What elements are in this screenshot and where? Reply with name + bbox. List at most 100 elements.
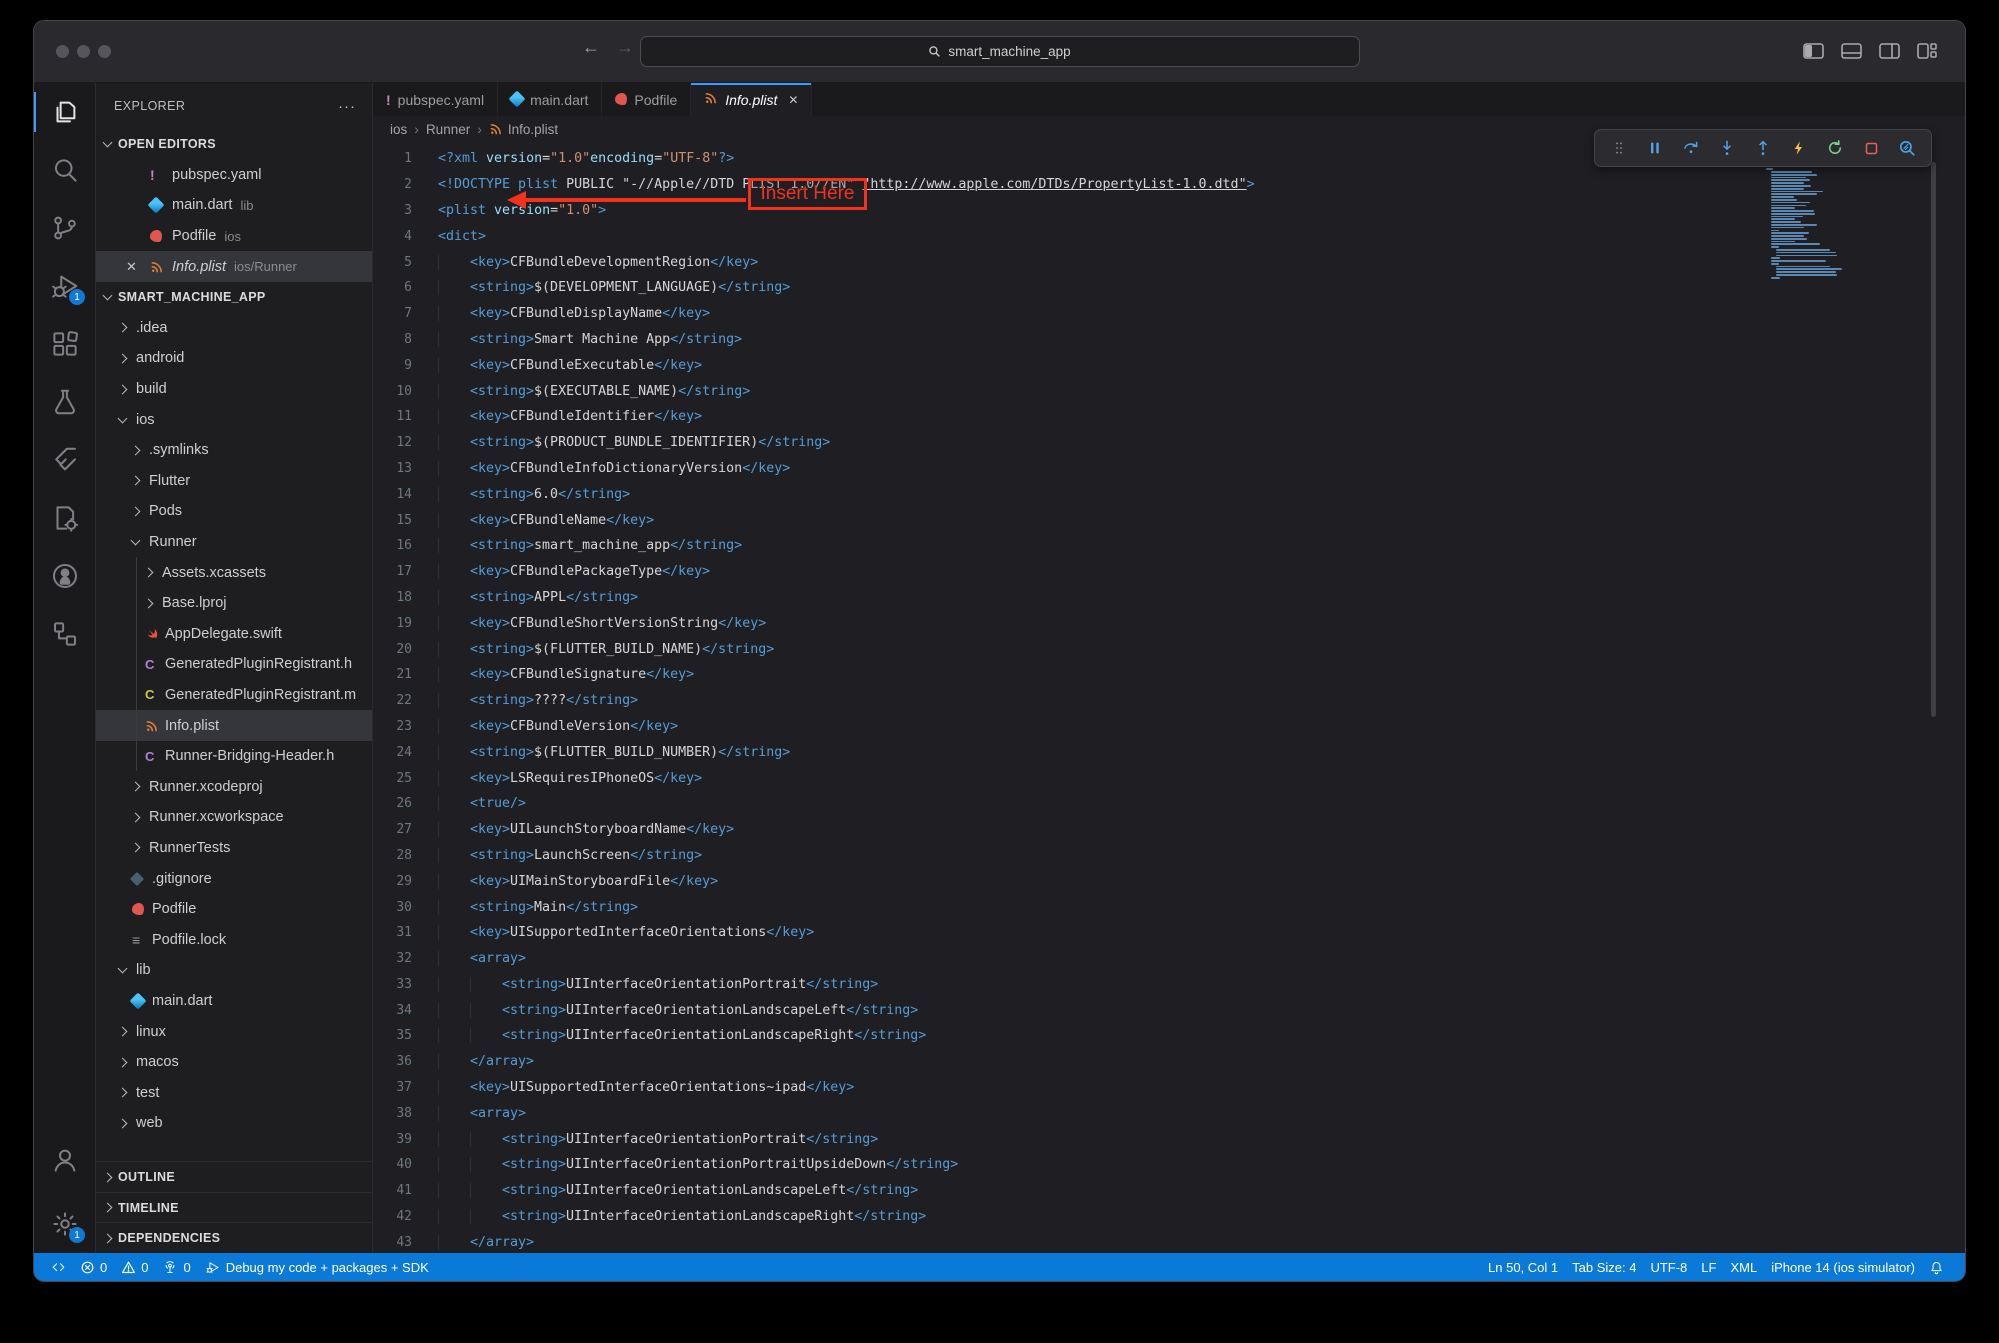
code-line-36[interactable]: 36</array> bbox=[373, 1049, 1965, 1075]
toggle-secondary-sidebar-icon[interactable] bbox=[1879, 43, 1900, 59]
code-line-30[interactable]: 30<string>Main</string> bbox=[373, 894, 1965, 920]
line-number[interactable]: 17 bbox=[373, 564, 412, 579]
code-line-4[interactable]: 4<dict> bbox=[373, 223, 1965, 249]
code-line-28[interactable]: 28<string>LaunchScreen</string> bbox=[373, 843, 1965, 869]
code-line-17[interactable]: 17<key>CFBundlePackageType</key> bbox=[373, 559, 1965, 585]
tree-item-Base.lproj[interactable]: Base.lproj bbox=[96, 588, 372, 619]
code-line-9[interactable]: 9<key>CFBundleExecutable</key> bbox=[373, 352, 1965, 378]
open-editor-Info.plist[interactable]: ✕Info.plistios/Runner bbox=[96, 251, 372, 282]
sidebar-section-timeline[interactable]: TIMELINE bbox=[96, 1192, 372, 1223]
tab-Info.plist[interactable]: Info.plist✕ bbox=[691, 83, 812, 116]
close-editor-icon[interactable]: ✕ bbox=[126, 259, 150, 275]
code-line-27[interactable]: 27<key>UILaunchStoryboardName</key> bbox=[373, 817, 1965, 843]
code-line-20[interactable]: 20<string>$(FLUTTER_BUILD_NAME)</string> bbox=[373, 636, 1965, 662]
tree-item-RunnerTests[interactable]: RunnerTests bbox=[96, 833, 372, 864]
line-number[interactable]: 5 bbox=[373, 255, 412, 270]
navigate-back-icon[interactable]: ← bbox=[582, 37, 600, 58]
tree-item-AppDelegate.swift[interactable]: AppDelegate.swift bbox=[96, 619, 372, 650]
code-line-26[interactable]: 26<true/> bbox=[373, 791, 1965, 817]
line-number[interactable]: 11 bbox=[373, 409, 412, 424]
status-device-selector[interactable]: iPhone 14 (ios simulator) bbox=[1764, 1253, 1922, 1281]
code-line-33[interactable]: 33<string>UIInterfaceOrientationPortrait… bbox=[373, 972, 1965, 998]
code-line-21[interactable]: 21<key>CFBundleSignature</key> bbox=[373, 662, 1965, 688]
tab-main.dart[interactable]: main.dart bbox=[498, 83, 602, 116]
code-line-23[interactable]: 23<key>CFBundleVersion</key> bbox=[373, 714, 1965, 740]
activity-bar-item-account[interactable] bbox=[34, 1131, 95, 1189]
breadcrumb-item[interactable]: Runner bbox=[426, 122, 470, 137]
tree-item-GeneratedPluginRegistrant.h[interactable]: CGeneratedPluginRegistrant.h bbox=[96, 649, 372, 680]
line-number[interactable]: 42 bbox=[373, 1209, 412, 1224]
code-line-7[interactable]: 7<key>CFBundleDisplayName</key> bbox=[373, 301, 1965, 327]
tree-item-android[interactable]: android bbox=[96, 343, 372, 374]
activity-bar-item-settings[interactable]: 1 bbox=[34, 1195, 95, 1253]
code-line-35[interactable]: 35<string>UIInterfaceOrientationLandscap… bbox=[373, 1023, 1965, 1049]
tree-item-Pods[interactable]: Pods bbox=[96, 496, 372, 527]
tree-item-.gitignore[interactable]: .gitignore bbox=[96, 863, 372, 894]
debug-step-into-icon[interactable] bbox=[1713, 134, 1741, 162]
line-number[interactable]: 9 bbox=[373, 358, 412, 373]
status-notifications[interactable] bbox=[1922, 1253, 1951, 1281]
code-line-40[interactable]: 40<string>UIInterfaceOrientationPortrait… bbox=[373, 1152, 1965, 1178]
command-center-search[interactable]: smart_machine_app bbox=[640, 36, 1360, 67]
tree-item-Runner[interactable]: Runner bbox=[96, 527, 372, 558]
line-number[interactable]: 15 bbox=[373, 513, 412, 528]
line-number[interactable]: 1 bbox=[373, 151, 412, 166]
activity-bar-item-github[interactable] bbox=[34, 547, 95, 605]
line-number[interactable]: 38 bbox=[373, 1106, 412, 1121]
project-root-header[interactable]: SMART_MACHINE_APP bbox=[96, 282, 372, 313]
code-line-5[interactable]: 5<key>CFBundleDevelopmentRegion</key> bbox=[373, 249, 1965, 275]
status-language-mode[interactable]: XML bbox=[1723, 1253, 1764, 1281]
navigate-forward-icon[interactable]: → bbox=[616, 37, 634, 58]
line-number[interactable]: 27 bbox=[373, 822, 412, 837]
tree-item-main.dart[interactable]: main.dart bbox=[96, 986, 372, 1017]
line-number[interactable]: 3 bbox=[373, 203, 412, 218]
line-number[interactable]: 14 bbox=[373, 487, 412, 502]
activity-bar-item-project-manager[interactable] bbox=[34, 489, 95, 547]
debug-restart-icon[interactable] bbox=[1821, 134, 1849, 162]
line-number[interactable]: 8 bbox=[373, 332, 412, 347]
line-number[interactable]: 43 bbox=[373, 1235, 412, 1250]
tree-item-Runner.xcodeproj[interactable]: Runner.xcodeproj bbox=[96, 771, 372, 802]
line-number[interactable]: 37 bbox=[373, 1080, 412, 1095]
minimize-window-button[interactable] bbox=[77, 45, 90, 58]
code-line-18[interactable]: 18<string>APPL</string> bbox=[373, 585, 1965, 611]
line-number[interactable]: 39 bbox=[373, 1132, 412, 1147]
line-number[interactable]: 24 bbox=[373, 745, 412, 760]
code-line-2[interactable]: 2<!DOCTYPE plist PUBLIC "-//Apple//DTD P… bbox=[373, 172, 1965, 198]
line-number[interactable]: 35 bbox=[373, 1028, 412, 1043]
line-number[interactable]: 32 bbox=[373, 951, 412, 966]
minimap[interactable] bbox=[1766, 160, 1911, 280]
code-line-16[interactable]: 16<string>smart_machine_app</string> bbox=[373, 533, 1965, 559]
breadcrumb-file[interactable]: Info.plist bbox=[489, 122, 558, 137]
line-number[interactable]: 26 bbox=[373, 796, 412, 811]
code-line-11[interactable]: 11<key>CFBundleIdentifier</key> bbox=[373, 404, 1965, 430]
toggle-panel-icon[interactable] bbox=[1841, 43, 1862, 59]
status-debug-config[interactable]: Debug my code + packages + SDK bbox=[198, 1253, 436, 1281]
tree-item-test[interactable]: test bbox=[96, 1077, 372, 1108]
code-line-12[interactable]: 12<string>$(PRODUCT_BUNDLE_IDENTIFIER)</… bbox=[373, 430, 1965, 456]
line-number[interactable]: 19 bbox=[373, 616, 412, 631]
open-editor-pubspec.yaml[interactable]: ✕!pubspec.yaml bbox=[96, 160, 372, 191]
tree-item-lib[interactable]: lib bbox=[96, 955, 372, 986]
line-number[interactable]: 13 bbox=[373, 461, 412, 476]
line-number[interactable]: 20 bbox=[373, 642, 412, 657]
code-line-41[interactable]: 41<string>UIInterfaceOrientationLandscap… bbox=[373, 1178, 1965, 1204]
line-number[interactable]: 22 bbox=[373, 693, 412, 708]
status-encoding[interactable]: UTF-8 bbox=[1643, 1253, 1694, 1281]
more-actions-icon[interactable]: ··· bbox=[338, 98, 356, 115]
tree-item-Podfile[interactable]: Podfile bbox=[96, 894, 372, 925]
toggle-primary-sidebar-icon[interactable] bbox=[1803, 43, 1824, 59]
code-line-34[interactable]: 34<string>UIInterfaceOrientationLandscap… bbox=[373, 997, 1965, 1023]
code-editor[interactable]: 1<?xml version="1.0" encoding="UTF-8"?>2… bbox=[373, 142, 1965, 1253]
tree-item-Podfile.lock[interactable]: ≡Podfile.lock bbox=[96, 924, 372, 955]
code-line-38[interactable]: 38<array> bbox=[373, 1100, 1965, 1126]
activity-bar-item-source-control[interactable] bbox=[34, 199, 95, 257]
activity-bar-item-flutter[interactable] bbox=[34, 431, 95, 489]
tab-pubspec.yaml[interactable]: !pubspec.yaml bbox=[373, 83, 498, 116]
debug-hot-reload-icon[interactable] bbox=[1785, 134, 1813, 162]
code-line-10[interactable]: 10<string>$(EXECUTABLE_NAME)</string> bbox=[373, 378, 1965, 404]
tree-item-Flutter[interactable]: Flutter bbox=[96, 466, 372, 497]
tree-item-.symlinks[interactable]: .symlinks bbox=[96, 435, 372, 466]
code-line-8[interactable]: 8<string>Smart Machine App</string> bbox=[373, 327, 1965, 353]
close-tab-icon[interactable]: ✕ bbox=[788, 93, 798, 107]
